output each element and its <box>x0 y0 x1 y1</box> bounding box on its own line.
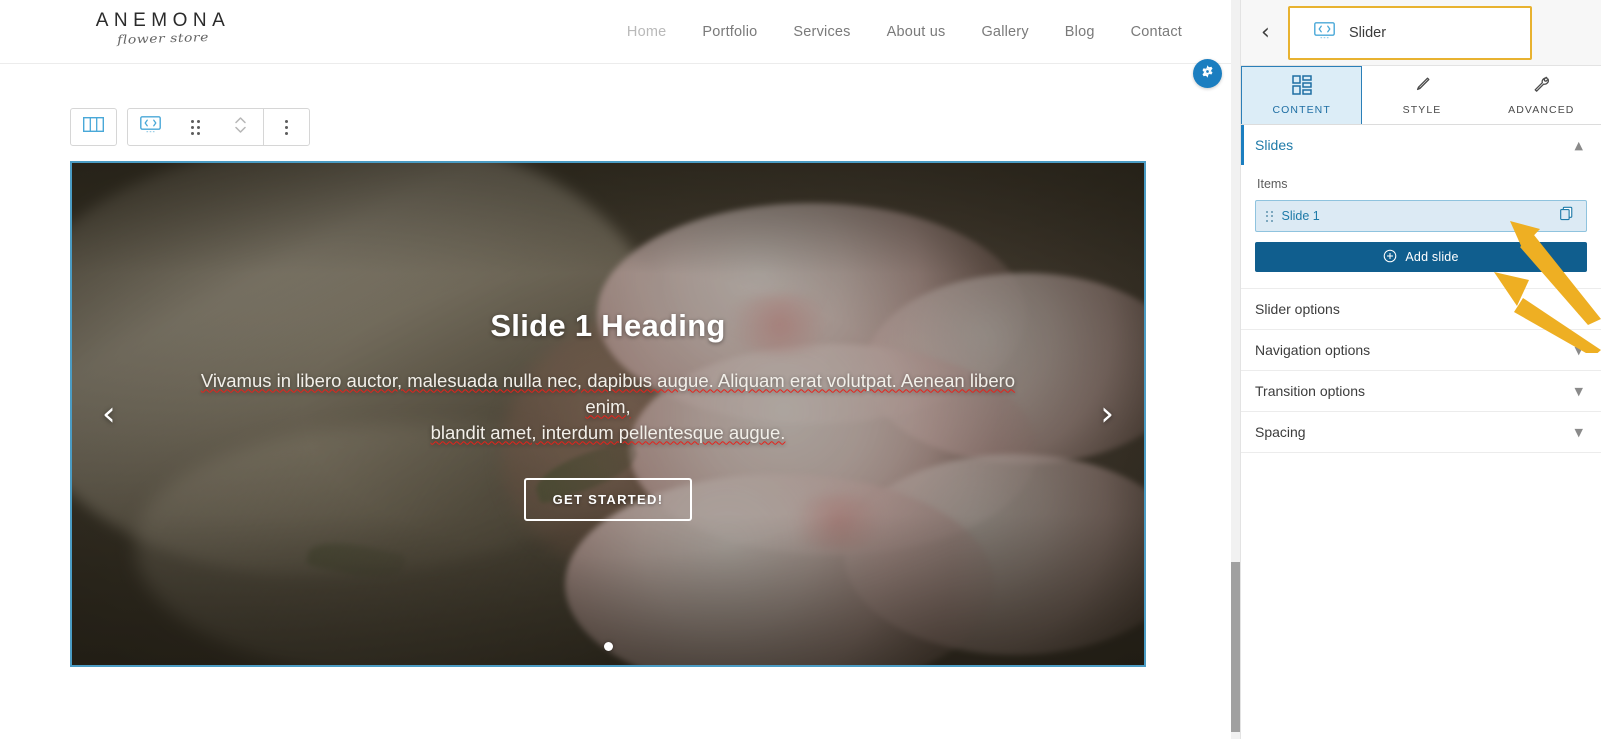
nav-item-services[interactable]: Services <box>775 24 868 40</box>
section-slider-options-title: Slider options <box>1255 301 1340 317</box>
section-transition-options: Transition options ▼ <box>1241 371 1601 412</box>
slide-cta-button[interactable]: GET STARTED! <box>523 477 693 521</box>
slider-widget[interactable]: Slide 1 Heading Vivamus in libero auctor… <box>70 161 1146 667</box>
slide-item-label: Slide 1 <box>1281 209 1320 223</box>
duplicate-icon[interactable] <box>1559 206 1574 226</box>
page-preview-canvas: ANEMONA flower store Home Portfolio Serv… <box>0 0 1240 739</box>
section-slides-body: Items Slide 1 Add slide <box>1241 165 1601 288</box>
list-item[interactable]: Slide 1 <box>1255 200 1587 232</box>
section-transition-options-title: Transition options <box>1255 383 1365 399</box>
widget-more-options-button[interactable] <box>264 108 309 146</box>
slide-content: Slide 1 Heading Vivamus in libero auctor… <box>72 163 1144 665</box>
element-toolbar <box>70 108 310 146</box>
section-spacing-title: Spacing <box>1255 424 1306 440</box>
nav-item-gallery[interactable]: Gallery <box>963 24 1046 40</box>
section-spacing: Spacing ▼ <box>1241 412 1601 453</box>
slider-prev-arrow[interactable]: ‹ <box>102 397 116 431</box>
gear-icon <box>1200 64 1215 84</box>
section-navigation-options: Navigation options ▼ <box>1241 330 1601 371</box>
paintbrush-icon <box>1412 75 1432 100</box>
tab-content[interactable]: CONTENT <box>1241 66 1363 124</box>
tab-advanced[interactable]: ADVANCED <box>1482 66 1601 124</box>
panel-back-button[interactable]: ‹ <box>1261 21 1270 44</box>
nav-item-home[interactable]: Home <box>609 24 684 40</box>
logo-wordmark: ANEMONA <box>95 10 231 31</box>
slider-widget-icon <box>140 116 161 138</box>
select-columns-button[interactable] <box>71 108 116 146</box>
reorder-widget-button[interactable] <box>218 108 263 146</box>
site-header: ANEMONA flower store Home Portfolio Serv… <box>0 0 1240 64</box>
chevron-down-icon: ▼ <box>1574 302 1583 316</box>
nav-item-about-us[interactable]: About us <box>869 24 964 40</box>
section-transition-options-header[interactable]: Transition options ▼ <box>1241 371 1601 411</box>
editor-app: ANEMONA flower store Home Portfolio Serv… <box>0 0 1601 739</box>
tab-style-label: STYLE <box>1402 103 1442 116</box>
slide-heading[interactable]: Slide 1 Heading <box>490 308 725 344</box>
plus-circle-icon <box>1383 249 1397 266</box>
wrench-icon <box>1531 75 1551 100</box>
panel-header: ‹ Slider <box>1241 0 1601 66</box>
section-slides-header[interactable]: Slides ▲ <box>1241 125 1601 165</box>
slider-widget-icon <box>1314 22 1335 44</box>
slide-paragraph-line-1: Vivamus in libero auctor, malesuada null… <box>200 369 1016 417</box>
section-slides-title: Slides <box>1255 137 1294 153</box>
panel-tabs: CONTENT STYLE ADVANCED <box>1241 66 1601 125</box>
chevron-down-icon: ▼ <box>1574 425 1583 439</box>
slider-pagination <box>72 642 1144 651</box>
slider-widget-button[interactable] <box>128 108 173 146</box>
tab-advanced-label: ADVANCED <box>1508 103 1575 116</box>
panel-title: Slider <box>1349 25 1387 41</box>
items-label: Items <box>1257 177 1288 191</box>
chevron-down-icon: ▼ <box>1574 384 1583 398</box>
nav-item-portfolio[interactable]: Portfolio <box>684 24 775 40</box>
site-nav: Home Portfolio Services About us Gallery… <box>609 0 1200 64</box>
pagination-dot-1[interactable] <box>603 642 613 651</box>
slide-1: Slide 1 Heading Vivamus in libero auctor… <box>72 163 1144 665</box>
toolbar-group-widget <box>127 108 310 146</box>
layout-blocks-icon <box>1291 75 1312 100</box>
nav-item-contact[interactable]: Contact <box>1113 24 1200 40</box>
section-slides: Slides ▲ Items Slide 1 Add slide <box>1241 125 1601 289</box>
more-options-icon <box>285 119 288 135</box>
section-navigation-options-title: Navigation options <box>1255 342 1371 358</box>
slide-paragraph[interactable]: Vivamus in libero auctor, malesuada null… <box>182 368 1034 446</box>
columns-icon <box>82 116 105 137</box>
section-slider-options-header[interactable]: Slider options ▼ <box>1241 289 1601 329</box>
widget-settings-panel: ‹ Slider CONTENT STYLE ADVANCED Slides ▲… <box>1240 0 1601 739</box>
chevron-up-icon: ▲ <box>1574 138 1583 152</box>
slider-next-arrow[interactable]: › <box>1100 397 1114 431</box>
tab-style[interactable]: STYLE <box>1362 66 1481 124</box>
tab-content-label: CONTENT <box>1272 104 1331 116</box>
section-slider-options: Slider options ▼ <box>1241 289 1601 330</box>
logo-tagline: flower store <box>116 30 210 48</box>
section-navigation-options-header[interactable]: Navigation options ▼ <box>1241 330 1601 370</box>
slide-paragraph-line-2: blandit amet, interdum pellentesque augu… <box>430 421 786 443</box>
toolbar-group-parent <box>70 108 117 146</box>
nav-item-blog[interactable]: Blog <box>1047 24 1113 40</box>
drag-handle-icon <box>191 119 200 135</box>
section-spacing-header[interactable]: Spacing ▼ <box>1241 412 1601 452</box>
settings-gear-button[interactable] <box>1193 59 1222 88</box>
chevron-down-icon: ▼ <box>1574 343 1583 357</box>
drag-handle-icon[interactable] <box>1266 210 1273 222</box>
slide-item-left: Slide 1 <box>1266 209 1320 223</box>
site-logo[interactable]: ANEMONA flower store <box>58 10 268 47</box>
move-up-down-icon <box>233 114 248 141</box>
panel-title-group[interactable]: Slider <box>1288 6 1532 60</box>
add-slide-button[interactable]: Add slide <box>1255 242 1587 272</box>
canvas-scrollbar-thumb[interactable] <box>1231 562 1240 732</box>
drag-widget-button[interactable] <box>173 108 218 146</box>
add-slide-label: Add slide <box>1405 250 1459 264</box>
canvas-scrollbar[interactable] <box>1231 0 1240 739</box>
